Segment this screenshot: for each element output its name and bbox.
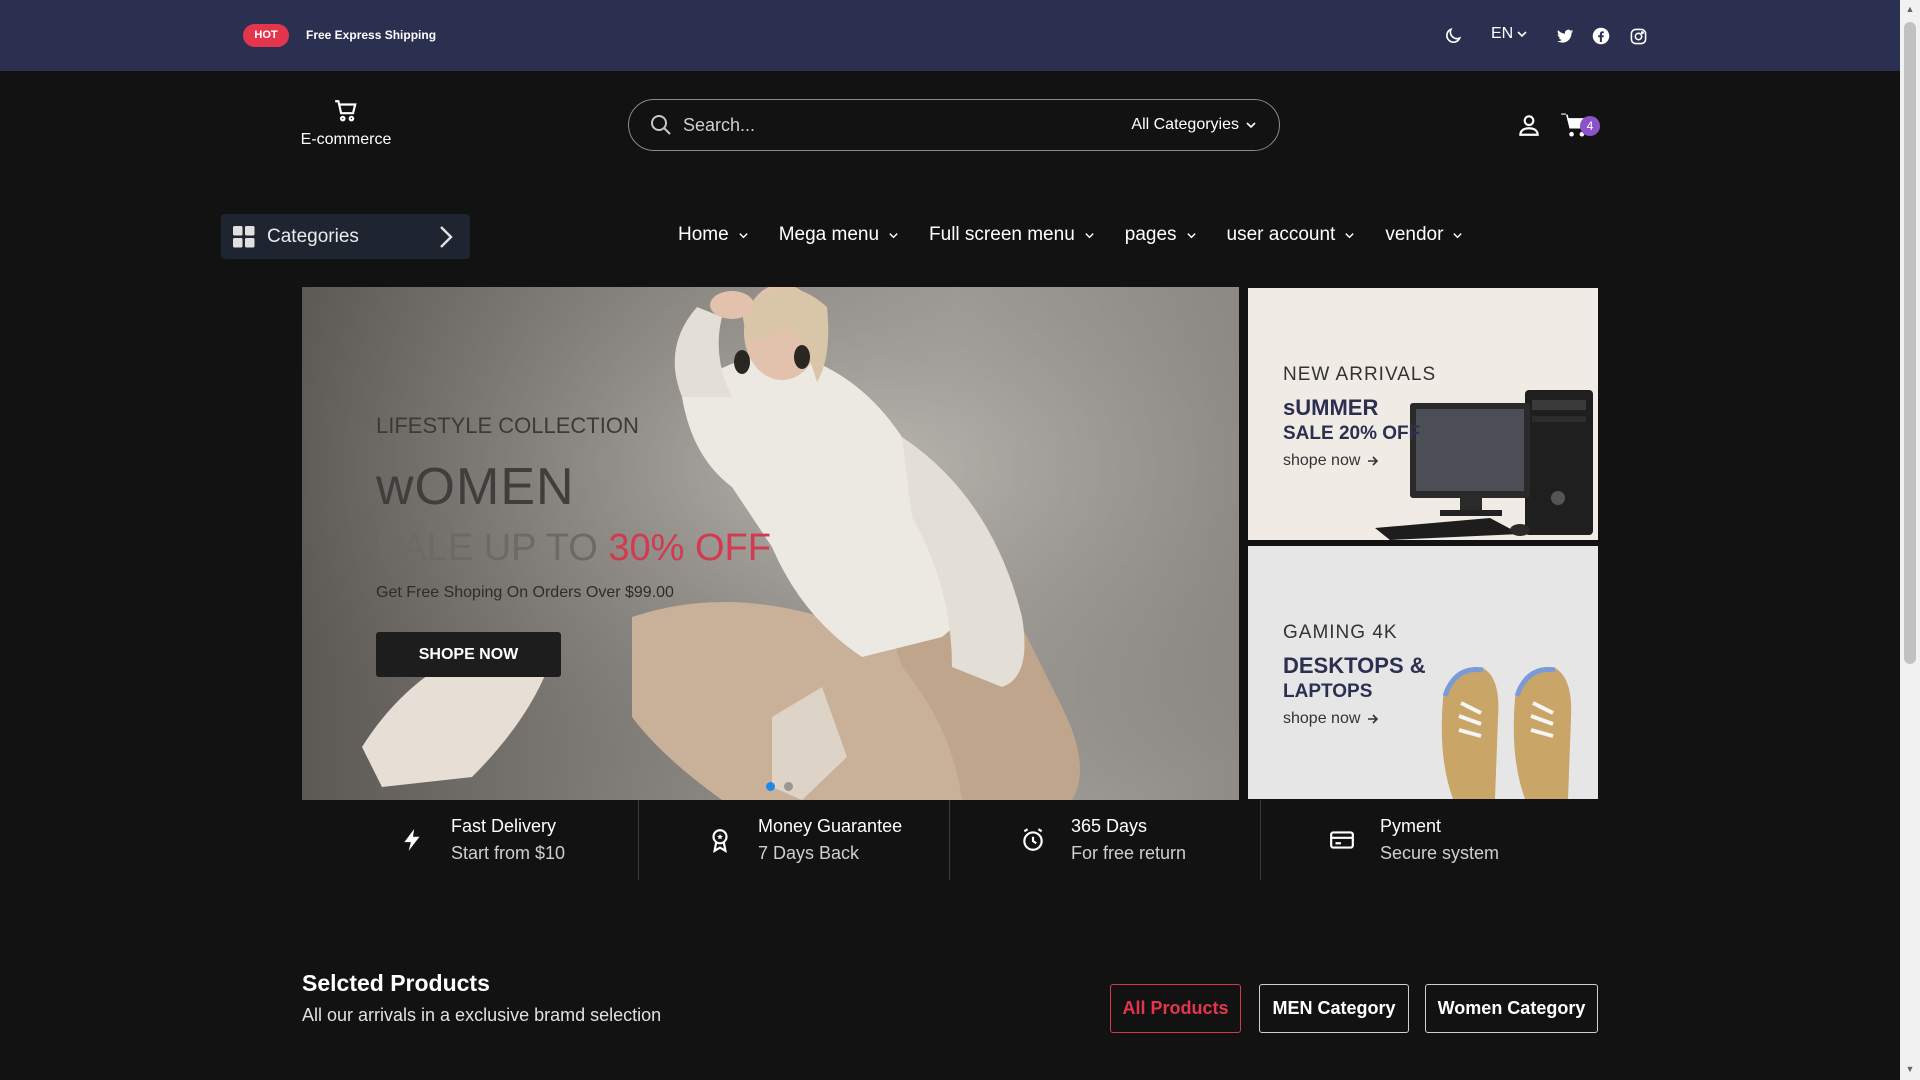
language-label: EN	[1491, 25, 1514, 42]
section-title: Selcted Products	[302, 970, 490, 996]
feature-title: Money Guarantee	[758, 816, 903, 836]
banner-title: sUMMER	[1283, 395, 1379, 420]
main-nav: Home Mega menu Full screen menu pages us…	[678, 220, 1493, 250]
filter-all-products[interactable]: All Products	[1110, 984, 1241, 1033]
banner-link[interactable]: shope now	[1283, 452, 1380, 470]
cart-logo-icon	[335, 100, 357, 122]
nav-item-label: pages	[1124, 224, 1177, 245]
nav-item-label: Mega menu	[778, 224, 880, 245]
promo-banner-summer[interactable]: NEW ARRIVALS sUMMER SALE 20% OFF shope n…	[1248, 288, 1598, 540]
feature-subtitle: 7 Days Back	[758, 843, 860, 863]
scroll-down-arrow-icon[interactable]: ▼	[1905, 1064, 1915, 1074]
desktop-computer-image	[1375, 390, 1593, 540]
feature-fast-delivery: Fast Delivery Start from $10	[302, 800, 639, 880]
hero-slider: LIFESTYLE COLLECTION wOMEN SALE UP TO 30…	[302, 287, 1239, 800]
banner-title: DESKTOPS &	[1283, 653, 1426, 678]
chevron-down-icon	[1186, 232, 1196, 238]
nav-item-label: Full screen menu	[929, 224, 1075, 245]
nav-item-label: user account	[1226, 224, 1336, 245]
chevron-right-icon	[440, 225, 453, 248]
filter-women-category[interactable]: Women Category	[1425, 984, 1598, 1033]
chevron-down-icon	[889, 232, 898, 238]
award-icon	[712, 829, 728, 853]
banner-subtitle: SALE 20% OFF	[1283, 423, 1421, 444]
feature-subtitle: Secure system	[1380, 843, 1500, 863]
nav-item-full-screen-menu[interactable]: Full screen menu	[929, 224, 1095, 246]
logo-text: E-commerce	[300, 131, 392, 148]
cart-count-badge: 4	[1580, 116, 1600, 136]
arrow-right-icon	[1368, 714, 1379, 724]
lightning-icon	[404, 829, 420, 851]
banner-link[interactable]: shope now	[1283, 710, 1380, 728]
banner-subtitle: LAPTOPS	[1283, 681, 1373, 702]
hot-badge: HOT	[243, 24, 289, 47]
instagram-icon[interactable]	[1626, 24, 1650, 48]
arrow-right-icon	[1368, 456, 1379, 466]
hero-title: wOMEN	[376, 458, 575, 516]
categories-button[interactable]: Categories	[221, 214, 470, 259]
search-bar: All Categoryies	[628, 99, 1280, 151]
sneakers-image	[1441, 667, 1572, 799]
nav-item-vendor[interactable]: vendor	[1385, 224, 1463, 246]
feature-divider	[949, 800, 950, 880]
categories-label: Categories	[267, 225, 359, 247]
chevron-down-icon	[1085, 232, 1094, 238]
hero-sale-prefix: SALE UP TO	[376, 527, 609, 569]
nav-item-mega-menu[interactable]: Mega menu	[779, 224, 899, 246]
shipping-promo-text: Free Express Shipping	[306, 28, 437, 42]
alarm-clock-icon	[1023, 828, 1043, 851]
hero-subtitle: LIFESTYLE COLLECTION	[376, 413, 639, 438]
search-icon[interactable]	[649, 113, 673, 137]
hero-sale-accent: 30% OFF	[608, 527, 771, 569]
chevron-down-icon	[1517, 31, 1527, 38]
scrollbar-thumb[interactable]	[1904, 22, 1916, 664]
banner-kicker: NEW ARRIVALS	[1283, 364, 1437, 385]
filter-men-category[interactable]: MEN Category	[1259, 984, 1409, 1033]
feature-money-guarantee: Money Guarantee 7 Days Back	[639, 800, 950, 880]
feature-divider	[1260, 800, 1261, 880]
nav-item-label: Home	[678, 224, 729, 245]
feature-title: Fast Delivery	[451, 816, 557, 836]
credit-card-icon	[1330, 831, 1354, 849]
feature-divider	[638, 800, 639, 880]
hero-sale-text: SALE UP TO 30% OFF	[376, 527, 771, 570]
banner-link-label: shope now	[1283, 452, 1361, 469]
chevron-down-icon	[739, 232, 748, 238]
feature-365-days: 365 Days For free return	[950, 800, 1261, 880]
language-selector[interactable]: EN	[1491, 25, 1528, 43]
nav-item-pages[interactable]: pages	[1125, 224, 1197, 246]
shop-now-button[interactable]: SHOPE NOW	[376, 632, 561, 677]
features-strip: Fast Delivery Start from $10 Money Guara…	[302, 800, 1598, 880]
scroll-up-arrow-icon[interactable]: ▲	[1905, 4, 1915, 14]
twitter-icon[interactable]	[1553, 24, 1577, 48]
feature-payment: Pyment Secure system	[1261, 800, 1598, 880]
facebook-icon[interactable]	[1589, 24, 1613, 48]
chevron-down-icon	[1453, 232, 1463, 238]
search-category-label: All Categoryies	[1131, 116, 1239, 133]
moon-icon[interactable]	[1441, 24, 1465, 48]
feature-subtitle: For free return	[1071, 843, 1187, 863]
hero-description: Get Free Shoping On Orders Over $99.00	[376, 584, 674, 601]
feature-subtitle: Start from $10	[451, 843, 566, 863]
nav-item-label: vendor	[1385, 224, 1444, 245]
search-input[interactable]	[683, 114, 1132, 136]
site-logo[interactable]: E-commerce	[298, 98, 394, 148]
slider-dot[interactable]	[784, 782, 793, 791]
section-subtitle: All our arrivals in a exclusive bramd se…	[302, 1005, 662, 1025]
banner-link-label: shope now	[1283, 710, 1361, 727]
feature-title: Pyment	[1380, 816, 1442, 836]
user-icon[interactable]	[1516, 112, 1542, 138]
nav-item-home[interactable]: Home	[678, 224, 749, 246]
chevron-down-icon	[1246, 122, 1256, 129]
nav-item-user-account[interactable]: user account	[1227, 224, 1356, 246]
top-bar: HOT Free Express Shipping EN	[0, 0, 1900, 71]
promo-banner-gaming[interactable]: GAMING 4K DESKTOPS & LAPTOPS shope now	[1248, 546, 1598, 799]
grid-icon	[233, 225, 255, 247]
banner-kicker: GAMING 4K	[1283, 622, 1398, 643]
search-category-select[interactable]: All Categoryies	[1131, 116, 1257, 134]
feature-title: 365 Days	[1071, 816, 1148, 836]
chevron-down-icon	[1345, 232, 1355, 238]
slider-dot-active[interactable]	[766, 782, 775, 791]
